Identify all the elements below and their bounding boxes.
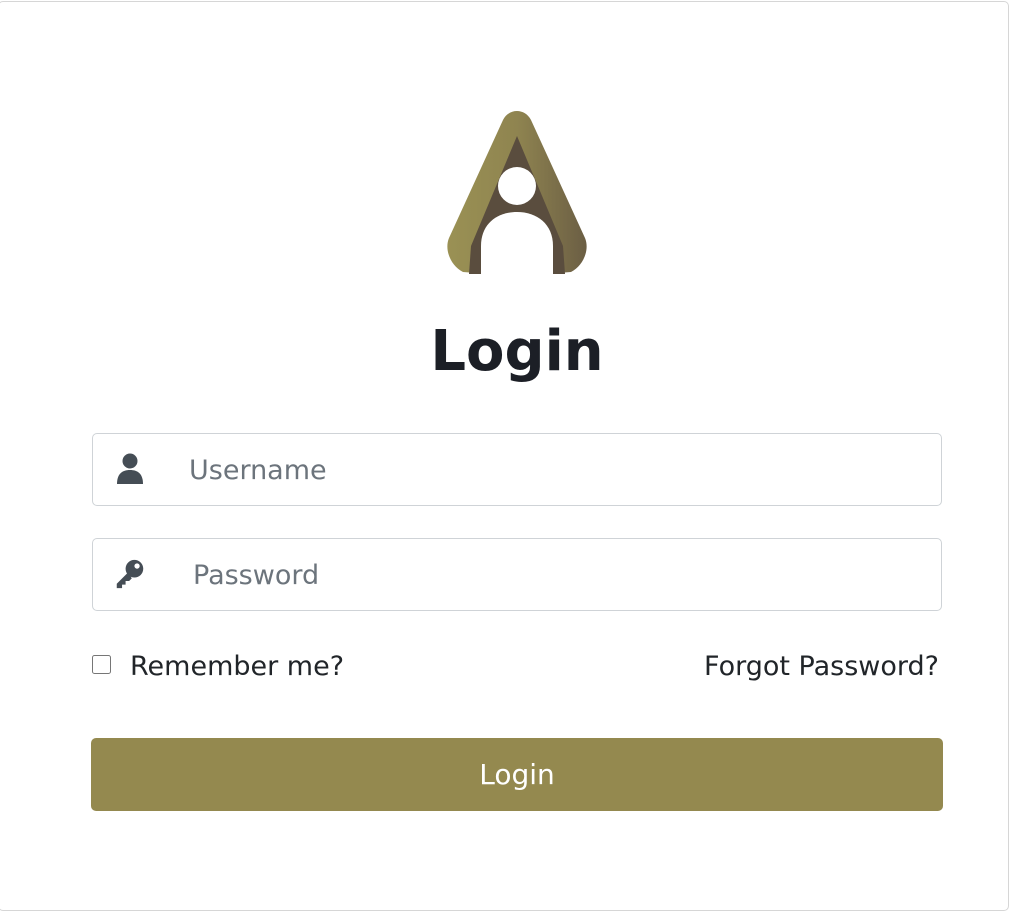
password-input[interactable] <box>193 549 923 601</box>
logo <box>447 111 587 278</box>
remember-me-checkbox[interactable] <box>92 655 111 674</box>
password-field[interactable] <box>92 538 942 611</box>
page-title: Login <box>430 319 604 384</box>
login-card: Login Remember me? Forgot Password? Logi… <box>0 1 1009 911</box>
username-field[interactable] <box>92 433 942 506</box>
username-input[interactable] <box>189 444 919 496</box>
forgot-password-link[interactable]: Forgot Password? <box>704 648 939 686</box>
remember-me-label[interactable]: Remember me? <box>130 648 344 686</box>
logo-person-body <box>481 212 553 278</box>
key-icon <box>116 559 144 589</box>
user-icon <box>117 453 143 484</box>
login-button[interactable]: Login <box>91 738 943 811</box>
logo-person-head <box>498 167 536 205</box>
